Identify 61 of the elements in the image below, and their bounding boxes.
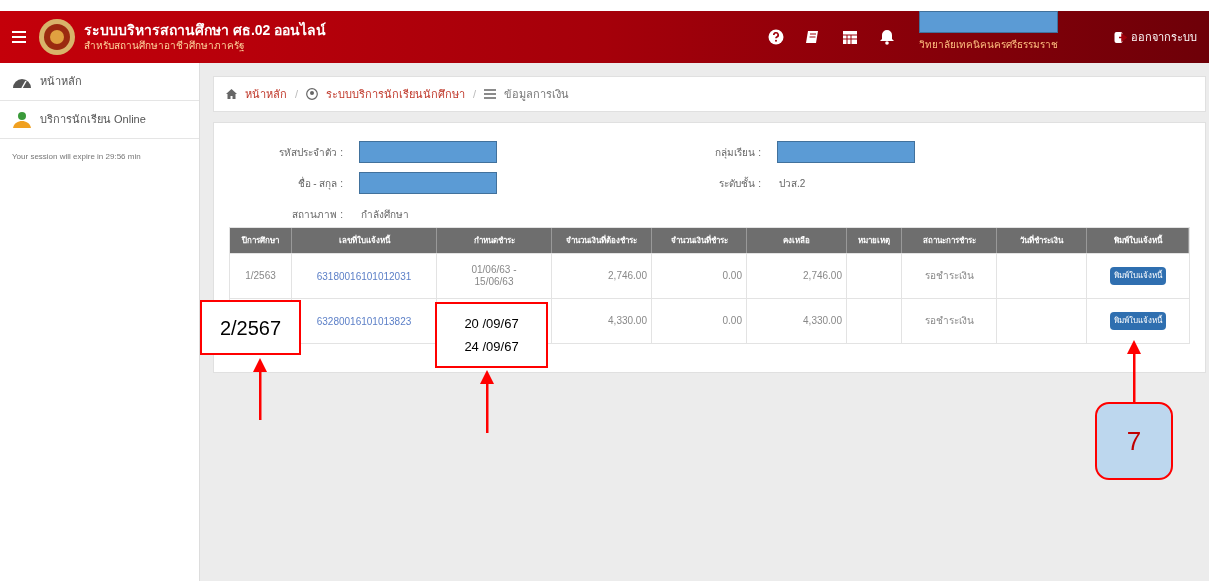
due-date: 15/06/63 (474, 276, 514, 289)
table-cell: 0.00 (722, 269, 742, 283)
field-label: ระดับชั้น : (718, 175, 762, 191)
logout-icon (1114, 30, 1127, 44)
user-circle-icon (306, 88, 319, 100)
invoice-link[interactable]: 63180016101012031 (316, 268, 412, 284)
print-invoice-button[interactable]: พิมพ์ใบแจ้งหนี้ (1110, 267, 1166, 285)
callout-badge: 7 (1095, 402, 1173, 480)
column-header: หมายเหตุ (858, 234, 890, 247)
column-header: วันที่ชำระเงิน (1020, 234, 1063, 247)
field-value: กำลังศึกษา (360, 207, 409, 222)
callout-box: 2/2567 (200, 300, 301, 355)
column-header: จำนวนเงินที่ต้องชำระ (566, 234, 637, 247)
session-notice: Your session will expire in 29:56 min (11, 151, 142, 163)
table-cell: 0.00 (722, 314, 742, 328)
table-cell: 4,330.00 (608, 314, 647, 328)
book-icon[interactable] (805, 29, 821, 45)
column-header: คงเหลือ (783, 234, 810, 247)
column-header: พิมพ์ใบแจ้งหนี้ (1113, 234, 1162, 247)
column-header: สถานะการชำระ (922, 234, 976, 247)
column-header: เลขที่ใบแจ้งหนี้ (338, 234, 390, 247)
print-invoice-button[interactable]: พิมพ์ใบแจ้งหนี้ (1110, 312, 1166, 330)
breadcrumb-link[interactable]: หน้าหลัก (245, 85, 287, 103)
bell-icon[interactable] (879, 29, 895, 45)
breadcrumb-current: ข้อมูลการเงิน (504, 86, 570, 103)
calendar-icon[interactable] (842, 29, 858, 45)
app-subtitle: สำหรับสถานศึกษาอาชีวศึกษาภาครัฐ (84, 39, 246, 52)
emblem-logo (38, 18, 76, 56)
table-cell: 4,330.00 (803, 314, 842, 328)
field-label: ชื่อ - สกุล : (296, 175, 344, 191)
column-header: ปีการศึกษา (242, 234, 279, 247)
column-header: กำหนดชำระ (473, 234, 515, 247)
menu-icon[interactable] (12, 31, 26, 43)
arrow-icon (1126, 340, 1142, 402)
help-icon[interactable] (768, 29, 784, 45)
field-label: สถานภาพ : (291, 207, 344, 222)
arrow-icon (479, 370, 495, 433)
breadcrumb-separator: / (473, 86, 477, 102)
table-cell: 2,746.00 (608, 269, 647, 283)
sidebar-item[interactable]: หน้าหลัก (0, 63, 199, 101)
callout-box: 20 /09/67 24 /09/67 (435, 302, 548, 368)
column-header: จำนวนเงินที่ชำระ (670, 234, 728, 247)
arrow-icon (252, 358, 268, 420)
invoice-link[interactable]: 63280016101013823 (316, 313, 412, 329)
table-cell: 2,746.00 (803, 269, 842, 283)
school-name: วิทยาลัยเทคนิคนครศรีธรรมราช (919, 37, 1058, 52)
breadcrumb-separator: / (295, 86, 299, 102)
home-icon (226, 89, 237, 99)
table-cell: รอชำระเงิน (924, 314, 974, 328)
breadcrumb-link[interactable]: ระบบบริการนักเรียนนักศึกษา (326, 85, 466, 103)
table-cell: 1/2563 (245, 269, 276, 283)
sidebar-item[interactable]: บริการนักเรียน Online (0, 101, 199, 139)
table-cell: รอชำระเงิน (924, 269, 974, 283)
student-icon (12, 110, 32, 129)
app-title: ระบบบริหารสถานศึกษา ศธ.02 ออนไลน์ (84, 22, 327, 40)
field-label: รหัสประจำตัว : (278, 145, 344, 160)
field-label: กลุ่มเรียน : (714, 145, 762, 160)
due-date: 01/06/63 - (471, 263, 517, 276)
list-icon (484, 89, 497, 99)
field-value: ปวส.2 (778, 176, 806, 191)
logout-button[interactable]: ออกจากระบบ (1114, 28, 1197, 46)
